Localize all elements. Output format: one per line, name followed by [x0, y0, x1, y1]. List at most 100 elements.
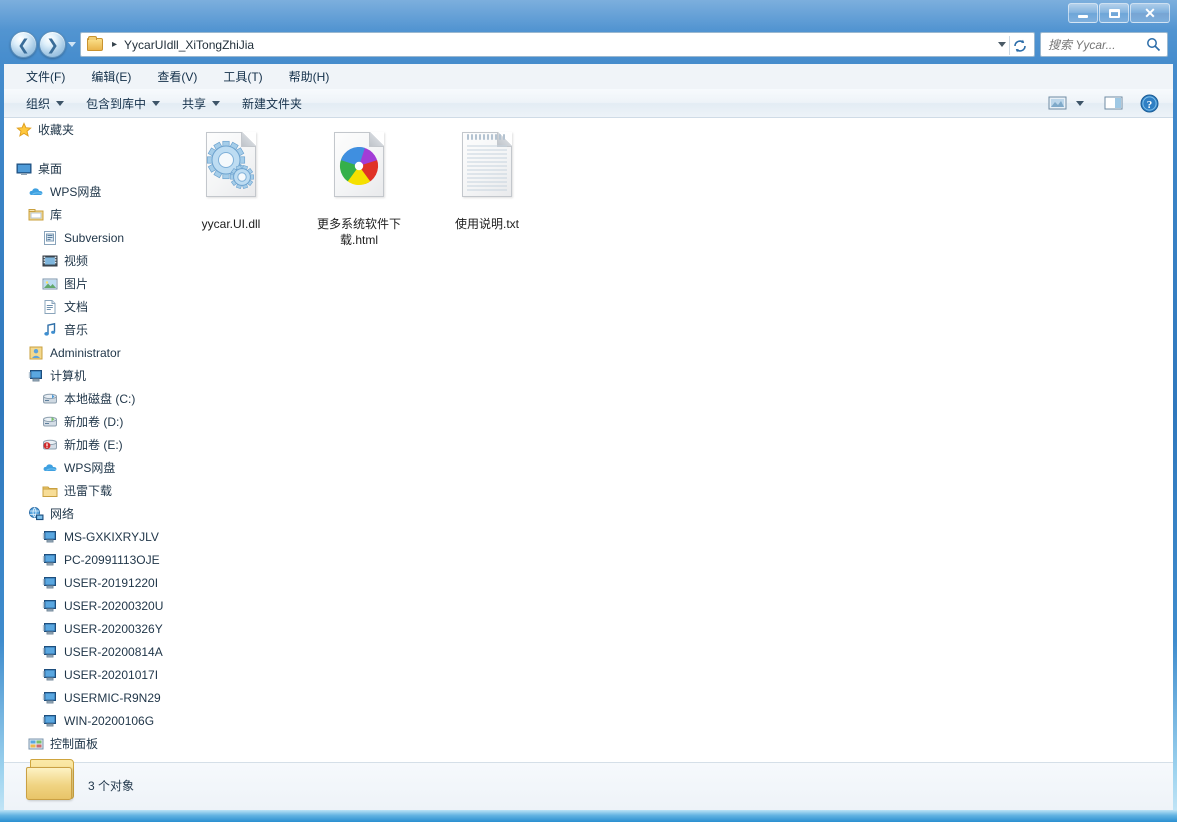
sidebar-item-20[interactable]: USER-20200320U	[4, 594, 167, 617]
search-input[interactable]	[1048, 37, 1146, 52]
sidebar-item-19[interactable]: USER-20191220I	[4, 571, 167, 594]
menu-bar: 文件(F) 编辑(E) 查看(V) 工具(T) 帮助(H)	[4, 64, 1173, 89]
sidebar-item-17[interactable]: MS-GXKIXRYJLV	[4, 525, 167, 548]
sidebar-item-25[interactable]: WIN-20200106G	[4, 709, 167, 732]
sidebar-item-label: 音乐	[64, 323, 89, 337]
file-item[interactable]: 更多系统软件下载.html	[313, 132, 405, 248]
sidebar-item-22[interactable]: USER-20200814A	[4, 640, 167, 663]
new-folder-button[interactable]: 新建文件夹	[234, 91, 310, 116]
sidebar-item-23[interactable]: USER-20201017I	[4, 663, 167, 686]
status-bar: 3 个对象	[4, 759, 1173, 810]
preview-pane-icon	[1104, 96, 1123, 110]
preview-pane-button[interactable]	[1104, 95, 1123, 111]
sidebar-item-26[interactable]: 控制面板	[4, 732, 167, 755]
back-button[interactable]: ❮	[10, 31, 37, 58]
sidebar-item-9[interactable]: Administrator	[4, 341, 167, 364]
view-icon	[1048, 96, 1067, 110]
computer-icon	[42, 622, 56, 634]
close-button[interactable]: ✕	[1130, 3, 1170, 23]
search-icon[interactable]	[1146, 37, 1161, 52]
sidebar-item-3[interactable]: 库	[4, 203, 167, 226]
refresh-icon[interactable]	[1011, 37, 1028, 54]
sidebar-item-label: 新加卷 (D:)	[64, 415, 124, 429]
picture-icon	[42, 276, 58, 292]
sidebar-item-11[interactable]: 本地磁盘 (C:)	[4, 387, 167, 410]
sidebar-item-8[interactable]: 音乐	[4, 318, 167, 341]
computer-icon	[42, 553, 56, 565]
menu-item-view[interactable]: 查看(V)	[147, 65, 207, 88]
computer-icon	[42, 667, 58, 683]
search-box[interactable]	[1040, 32, 1168, 57]
new-folder-label: 新建文件夹	[242, 96, 303, 111]
sidebar-item-12[interactable]: 新加卷 (D:)	[4, 410, 167, 433]
folder-icon	[87, 36, 103, 51]
computer-icon	[42, 598, 58, 614]
file-list-view[interactable]: yycar.UI.dll 更多系统软件下载.html 使用说明.txt	[167, 118, 1173, 762]
navigation-pane[interactable]: 收藏夹 桌面 WPS网盘库 Subversion 视频 图片 文档 音乐 Administrat…	[4, 118, 167, 762]
breadcrumb-separator-icon[interactable]: ▸	[112, 39, 117, 50]
folder-icon	[42, 483, 58, 499]
sidebar-item-21[interactable]: USER-20200326Y	[4, 617, 167, 640]
file-item[interactable]: yycar.UI.dll	[185, 132, 277, 248]
address-bar[interactable]: ▸ YycarUIdll_XiTongZhiJia	[80, 32, 1035, 57]
breadcrumb-path[interactable]: YycarUIdll_XiTongZhiJia	[124, 38, 254, 52]
menu-item-tools[interactable]: 工具(T)	[213, 65, 272, 88]
harddisk-system-icon	[43, 393, 57, 403]
sidebar-item-10[interactable]: 计算机	[4, 364, 167, 387]
sidebar-item-label: USERMIC-R9N29	[64, 690, 161, 705]
sidebar-item-13[interactable]: 新加卷 (E:)	[4, 433, 167, 456]
menu-item-file[interactable]: 文件(F)	[16, 65, 75, 88]
sidebar-item-7[interactable]: 文档	[4, 295, 167, 318]
maximize-icon	[1108, 8, 1120, 18]
sidebar-item-0[interactable]: 收藏夹	[4, 118, 167, 141]
subversion-icon	[44, 230, 56, 245]
view-options-button[interactable]	[1048, 95, 1084, 111]
sidebar-item-label: WPS网盘	[50, 185, 102, 199]
include-in-library-button[interactable]: 包含到库中	[78, 91, 168, 116]
sidebar-item-label: USER-20191220I	[64, 575, 159, 590]
user-icon	[29, 346, 43, 359]
include-in-library-label: 包含到库中	[86, 96, 147, 111]
star-icon	[16, 121, 32, 138]
refresh-glyph	[1013, 39, 1026, 52]
computer-icon	[42, 575, 58, 591]
sidebar-item-18[interactable]: PC-20991113OJE	[4, 548, 167, 571]
share-button[interactable]: 共享	[174, 91, 228, 116]
organize-button[interactable]: 组织	[18, 91, 72, 116]
file-name: 使用说明.txt	[454, 217, 519, 231]
maximize-button[interactable]	[1099, 3, 1129, 23]
cloud-icon	[43, 463, 57, 471]
recent-locations-button[interactable]	[68, 42, 76, 47]
forward-button[interactable]: ❯	[39, 31, 66, 58]
sidebar-item-15[interactable]: 迅雷下载	[4, 479, 167, 502]
sidebar-item-label: MS-GXKIXRYJLV	[64, 529, 159, 544]
document-icon	[42, 299, 58, 315]
sidebar-item-6[interactable]: 图片	[4, 272, 167, 295]
menu-item-help[interactable]: 帮助(H)	[279, 65, 340, 88]
minimize-button[interactable]	[1068, 3, 1098, 23]
user-icon	[28, 345, 44, 361]
computer-icon	[42, 530, 56, 542]
sidebar-item-4[interactable]: Subversion	[4, 226, 167, 249]
sidebar-item-16[interactable]: 网络	[4, 502, 167, 525]
sidebar-item-label: 网络	[50, 507, 75, 521]
folder-icon	[26, 757, 78, 803]
sidebar-item-label: Administrator	[50, 345, 121, 360]
minimize-icon	[1078, 14, 1088, 18]
sidebar-item-24[interactable]: USERMIC-R9N29	[4, 686, 167, 709]
sidebar-item-label: USER-20200320U	[64, 598, 164, 613]
sidebar-item-label: Subversion	[64, 230, 125, 245]
sidebar-item-14[interactable]: WPS网盘	[4, 456, 167, 479]
sidebar-item-1[interactable]: 桌面	[4, 157, 167, 180]
menu-item-edit[interactable]: 编辑(E)	[81, 65, 141, 88]
help-button[interactable]: ?	[1140, 94, 1159, 113]
sidebar-item-2[interactable]: WPS网盘	[4, 180, 167, 203]
computer-icon	[42, 645, 56, 657]
explorer-window: ✕ ❮ ❯ ▸ YycarUIdll_XiTongZhiJia 搜索 Yycar…	[0, 0, 1177, 822]
computer-icon	[42, 576, 56, 588]
status-item-count: 3 个对象	[88, 779, 135, 793]
sidebar-item-5[interactable]: 视频	[4, 249, 167, 272]
file-item[interactable]: 使用说明.txt	[441, 132, 533, 248]
harddisk-icon	[43, 416, 57, 426]
chevron-down-icon[interactable]	[998, 42, 1006, 47]
